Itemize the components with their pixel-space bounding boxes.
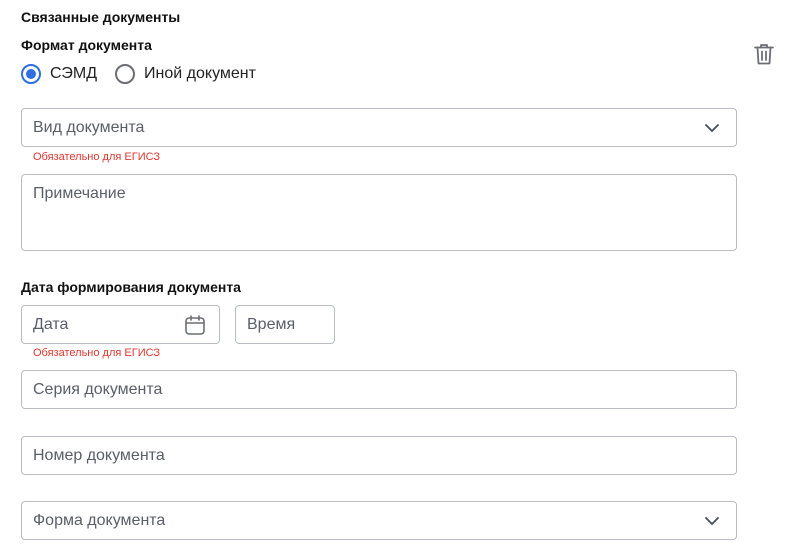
date-error: Обязательно для ЕГИСЗ xyxy=(33,347,161,359)
time-input[interactable]: Время xyxy=(235,305,335,344)
doc-type-error: Обязательно для ЕГИСЗ xyxy=(33,151,161,163)
doc-type-select[interactable]: Вид документа xyxy=(21,108,737,147)
note-placeholder: Примечание xyxy=(33,185,126,202)
date-section-label: Дата формирования документа xyxy=(21,279,241,295)
series-placeholder: Серия документа xyxy=(33,380,163,398)
trash-icon[interactable] xyxy=(753,42,775,66)
chevron-down-icon xyxy=(705,123,719,132)
format-label: Формат документа xyxy=(21,37,152,53)
radio-semd[interactable] xyxy=(21,64,41,84)
note-textarea[interactable]: Примечание xyxy=(21,174,737,251)
form-placeholder: Форма документа xyxy=(33,511,166,529)
form-select[interactable]: Форма документа xyxy=(21,501,737,540)
date-placeholder: Дата xyxy=(33,315,69,333)
number-placeholder: Номер документа xyxy=(33,446,165,464)
section-title: Связанные документы xyxy=(21,9,181,25)
number-input[interactable]: Номер документа xyxy=(21,436,737,475)
format-radio-group: СЭМД Иной документ xyxy=(21,63,274,85)
doc-type-placeholder: Вид документа xyxy=(33,118,145,136)
calendar-icon[interactable] xyxy=(184,314,206,336)
time-placeholder: Время xyxy=(247,315,296,333)
chevron-down-icon xyxy=(705,516,719,525)
date-input[interactable]: Дата xyxy=(21,305,220,344)
radio-other-document[interactable] xyxy=(115,64,136,84)
radio-semd-label[interactable]: СЭМД xyxy=(50,65,97,83)
radio-other-document-label[interactable]: Иной документ xyxy=(144,65,256,83)
series-input[interactable]: Серия документа xyxy=(21,370,737,409)
